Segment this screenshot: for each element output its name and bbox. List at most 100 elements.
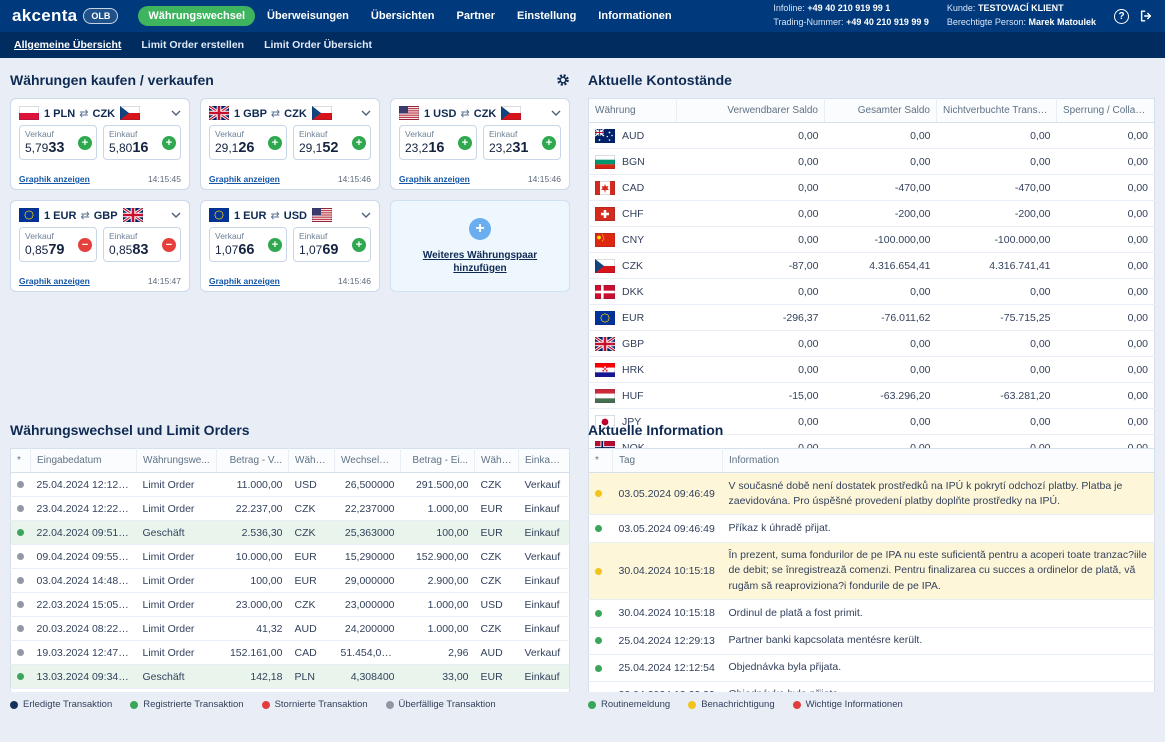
buy-quote-box[interactable]: Einkauf 1,07 69 +: [293, 227, 371, 262]
balance-row-hrk[interactable]: HRK 0,00 0,00 0,00 0,00: [588, 356, 1155, 383]
show-graph-link[interactable]: Graphik anzeigen: [19, 174, 90, 184]
balance-row-aud[interactable]: AUD 0,00 0,00 0,00 0,00: [588, 122, 1155, 149]
nav-item-wahrungswechsel[interactable]: Währungswechsel: [138, 6, 255, 26]
app-logo-wrap[interactable]: akcenta OLB: [12, 6, 119, 26]
show-graph-link[interactable]: Graphik anzeigen: [209, 174, 280, 184]
transactions-col-header[interactable]: Einkauf / V...: [518, 448, 570, 473]
tx-side: Einkauf: [518, 616, 570, 641]
transaction-row[interactable]: 13.03.2024 09:34:50 Geschäft 23,42 EUR 4…: [10, 688, 570, 692]
information-row[interactable]: 30.04.2024 10:15:18 În prezent, suma fon…: [588, 542, 1155, 601]
balance-value: 0,00: [676, 356, 825, 383]
sell-quote-box[interactable]: Verkauf 1,07 66 +: [209, 227, 287, 262]
legend-stornierte-transaktion: Stornierte Transaktion: [261, 699, 368, 710]
transactions-col-header[interactable]: Eingabedatum: [30, 448, 137, 473]
nav-item-ubersichten[interactable]: Übersichten: [361, 6, 445, 26]
transactions-col-header[interactable]: Wechselku...: [334, 448, 401, 473]
transactions-col-header[interactable]: *: [10, 448, 31, 473]
transaction-row[interactable]: 03.04.2024 14:48:32 Limit Order 100,00 E…: [10, 568, 570, 593]
trend-up-icon: +: [352, 237, 366, 252]
buy-quote-box[interactable]: Einkauf 29,1 52 +: [293, 125, 371, 160]
header-contact-line: Trading-Nummer: +49 40 210 919 99 9: [773, 17, 929, 27]
balances-col-header[interactable]: Nichtverbuchte Transak...: [936, 98, 1057, 123]
logout-icon[interactable]: [1139, 9, 1153, 23]
transaction-row[interactable]: 09.04.2024 09:55:37 Limit Order 10.000,0…: [10, 544, 570, 569]
sell-quote-box[interactable]: Verkauf 0,85 79 −: [19, 227, 97, 262]
information-col-header[interactable]: *: [588, 448, 613, 473]
subnav-item-limit-order-erstellen[interactable]: Limit Order erstellen: [141, 39, 244, 51]
transactions-col-header[interactable]: Währun...: [474, 448, 519, 473]
header-contact: Infoline: +49 40 210 919 99 1 Trading-Num…: [773, 2, 929, 30]
chevron-down-icon[interactable]: [171, 212, 181, 218]
currency-code: BGN: [622, 155, 645, 168]
tx-ccy-buy: EUR: [474, 496, 519, 521]
balances-col-header[interactable]: Verwendbarer Saldo: [676, 98, 825, 123]
information-row[interactable]: 03.05.2024 09:46:49 V současné době není…: [588, 472, 1155, 516]
buy-label: Einkauf: [489, 129, 518, 139]
fx-card-eur-gbp[interactable]: 1 EUR ⇄ GBP Verkauf 0,85 79 − Einkauf 0,8…: [10, 200, 190, 292]
information-row[interactable]: 30.04.2024 10:15:18 Ordinul de plată a f…: [588, 599, 1155, 628]
information-row[interactable]: 25.04.2024 12:12:54 Objednávka byla přij…: [588, 654, 1155, 682]
fx-card-eur-usd[interactable]: 1 EUR ⇄ USD Verkauf 1,07 66 + Einkauf 1,0…: [200, 200, 380, 292]
balance-row-gbp[interactable]: GBP 0,00 0,00 0,00 0,00: [588, 330, 1155, 357]
balances-col-header[interactable]: Gesamter Saldo: [824, 98, 937, 123]
chevron-down-icon[interactable]: [171, 110, 181, 116]
balance-row-bgn[interactable]: BGN 0,00 0,00 0,00 0,00: [588, 148, 1155, 175]
balances-col-header[interactable]: Währung: [588, 98, 677, 123]
transaction-row[interactable]: 23.04.2024 12:22:38 Limit Order 22.237,0…: [10, 496, 570, 521]
transaction-row[interactable]: 22.04.2024 09:51:50 Geschäft 2.536,30 CZ…: [10, 520, 570, 545]
fx-card-gbp-czk[interactable]: 1 GBP ⇄ CZK Verkauf 29,1 26 + Einkauf 29,…: [200, 98, 380, 190]
transactions-col-header[interactable]: Währun...: [288, 448, 335, 473]
transactions-col-header[interactable]: Betrag - Ei...: [400, 448, 475, 473]
information-row[interactable]: 23.04.2024 12:22:39 Objednávka byla přij…: [588, 681, 1155, 692]
information-col-header[interactable]: Tag: [612, 448, 723, 473]
information-col-header[interactable]: Information: [722, 448, 1155, 473]
show-graph-link[interactable]: Graphik anzeigen: [399, 174, 470, 184]
nav-item-einstellung[interactable]: Einstellung: [507, 6, 586, 26]
buy-quote-box[interactable]: Einkauf 23,2 31 +: [483, 125, 561, 160]
nav-item-partner[interactable]: Partner: [446, 6, 505, 26]
balance-row-chf[interactable]: CHF 0,00 -200,00 -200,00 0,00: [588, 200, 1155, 227]
information-row[interactable]: 25.04.2024 12:29:13 Partner banki kapcso…: [588, 627, 1155, 655]
balance-row-cad[interactable]: CAD 0,00 -470,00 -470,00 0,00: [588, 174, 1155, 201]
transaction-row[interactable]: 13.03.2024 09:34:54 Geschäft 142,18 PLN …: [10, 664, 570, 689]
tx-amount-sell: 2.536,30: [216, 520, 289, 545]
balance-row-dkk[interactable]: DKK 0,00 0,00 0,00 0,00: [588, 278, 1155, 305]
subnav-item-limit-order-ubersicht[interactable]: Limit Order Übersicht: [264, 39, 372, 51]
help-icon[interactable]: ?: [1114, 8, 1129, 24]
show-graph-link[interactable]: Graphik anzeigen: [19, 276, 90, 286]
pair-label: 1 GBP ⇄ CZK: [234, 107, 307, 120]
tx-ccy-sell: EUR: [288, 568, 335, 593]
balance-row-cny[interactable]: CNY 0,00 -100.000,00 -100.000,00 0,00: [588, 226, 1155, 253]
balances-col-header[interactable]: Sperrung / Collateral: [1056, 98, 1155, 123]
nav-item-informationen[interactable]: Informationen: [588, 6, 681, 26]
fx-card-usd-czk[interactable]: 1 USD ⇄ CZK Verkauf 23,2 16 + Einkauf 23,…: [390, 98, 570, 190]
tx-amount-sell: 142,18: [216, 664, 289, 689]
nav-item-uberweisungen[interactable]: Überweisungen: [257, 6, 359, 26]
chevron-down-icon[interactable]: [551, 110, 561, 116]
fx-card-pln-czk[interactable]: 1 PLN ⇄ CZK Verkauf 5,79 33 + Einkauf 5,8…: [10, 98, 190, 190]
add-currency-pair-card[interactable]: + Weiteres Währungspaar hinzufügen: [390, 200, 570, 292]
balance-row-czk[interactable]: CZK -87,00 4.316.654,41 4.316.741,41 0,00: [588, 252, 1155, 279]
transaction-row[interactable]: 19.03.2024 12:47:09 Limit Order 152.161,…: [10, 640, 570, 665]
sell-quote-box[interactable]: Verkauf 5,79 33 +: [19, 125, 97, 160]
transaction-row[interactable]: 20.03.2024 08:22:14 Limit Order 41,32 AU…: [10, 616, 570, 641]
chevron-down-icon[interactable]: [361, 110, 371, 116]
buy-quote-box[interactable]: Einkauf 5,80 16 +: [103, 125, 181, 160]
sell-quote-box[interactable]: Verkauf 23,2 16 +: [399, 125, 477, 160]
gear-icon[interactable]: [556, 73, 570, 87]
tx-ccy-sell: CZK: [288, 520, 335, 545]
information-row[interactable]: 03.05.2024 09:46:49 Příkaz k úhradě přij…: [588, 514, 1155, 543]
tx-rate: 29,000000: [334, 568, 401, 593]
show-graph-link[interactable]: Graphik anzeigen: [209, 276, 280, 286]
subnav-item-allgemeine-ubersicht[interactable]: Allgemeine Übersicht: [14, 39, 121, 51]
transactions-col-header[interactable]: Betrag - V...: [216, 448, 289, 473]
transaction-row[interactable]: 25.04.2024 12:12:53 Limit Order 11.000,0…: [10, 472, 570, 497]
transactions-col-header[interactable]: Währungswe...: [136, 448, 217, 473]
balances-table-wrap: Währung Verwendbarer Saldo Gesamter Saldo N…: [588, 98, 1155, 461]
sell-quote-box[interactable]: Verkauf 29,1 26 +: [209, 125, 287, 160]
buy-quote-box[interactable]: Einkauf 0,85 83 −: [103, 227, 181, 262]
chevron-down-icon[interactable]: [361, 212, 371, 218]
balance-row-huf[interactable]: HUF -15,00 -63.296,20 -63.281,20 0,00: [588, 382, 1155, 409]
balance-row-eur[interactable]: EUR -296,37 -76.011,62 -75.715,25 0,00: [588, 304, 1155, 331]
transaction-row[interactable]: 22.03.2024 15:05:54 Limit Order 23.000,0…: [10, 592, 570, 617]
